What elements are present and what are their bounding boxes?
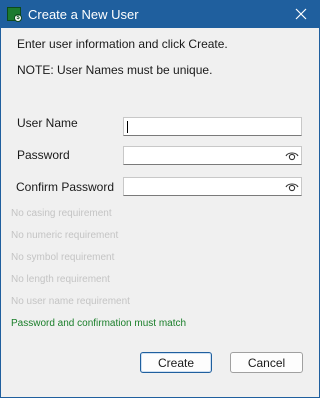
requirement-length: No length requirement: [11, 274, 110, 285]
confirm-password-input[interactable]: [123, 177, 302, 196]
requirement-casing: No casing requirement: [11, 208, 112, 219]
unique-note: NOTE: User Names must be unique.: [17, 63, 213, 77]
close-button[interactable]: [289, 3, 313, 25]
password-match-message: Password and confirmation must match: [11, 318, 187, 329]
password-input[interactable]: [123, 146, 302, 165]
create-user-dialog: $ Create a New User Enter user informati…: [0, 0, 320, 398]
instruction-text: Enter user information and click Create.: [17, 37, 228, 51]
show-password-icon[interactable]: [285, 150, 299, 162]
show-confirm-password-icon[interactable]: [285, 181, 299, 193]
text-caret: [127, 121, 128, 133]
confirm-password-label: Confirm Password: [16, 180, 115, 194]
password-label: Password: [17, 148, 70, 162]
cancel-button[interactable]: Cancel: [230, 352, 303, 373]
title-bar: $ Create a New User: [1, 1, 319, 28]
username-input[interactable]: [123, 117, 302, 136]
requirement-user-name: No user name requirement: [11, 296, 130, 307]
app-icon: $: [7, 7, 22, 22]
requirement-numeric: No numeric requirement: [11, 230, 119, 241]
username-label: User Name: [17, 116, 78, 130]
requirement-symbol: No symbol requirement: [11, 252, 115, 263]
close-icon: [295, 8, 307, 20]
create-button[interactable]: Create: [140, 352, 212, 373]
window-title: Create a New User: [28, 7, 139, 22]
